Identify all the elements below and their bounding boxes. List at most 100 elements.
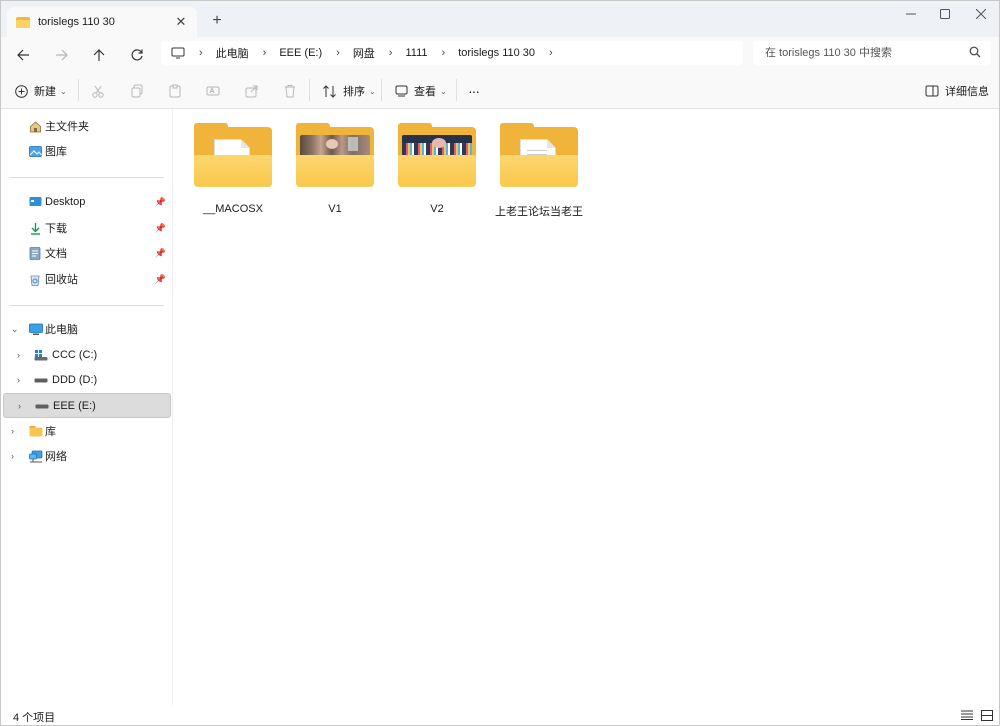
- drive-icon: [35, 404, 49, 409]
- folder-item[interactable]: V1: [289, 123, 381, 227]
- sidebar-item-home[interactable]: 主文件夹: [5, 114, 170, 138]
- chevron-down-icon[interactable]: ⌄: [11, 324, 19, 335]
- drive-icon: [34, 378, 48, 383]
- toolbar-divider: [456, 79, 457, 101]
- folder-icon: [194, 123, 272, 189]
- details-pane-icon: [925, 85, 939, 97]
- folder-name: V2: [430, 203, 444, 215]
- document-icon: [29, 246, 41, 260]
- sidebar-item-documents[interactable]: 文档 📌: [5, 241, 170, 265]
- new-label: 新建: [34, 86, 56, 98]
- share-button[interactable]: [245, 80, 259, 102]
- forward-button[interactable]: [49, 42, 75, 68]
- section-divider: [9, 177, 164, 178]
- pin-icon[interactable]: 📌: [155, 223, 166, 234]
- view-button[interactable]: 查看 ⌄: [395, 80, 447, 102]
- rename-button[interactable]: [206, 80, 220, 102]
- cut-icon: [92, 85, 104, 98]
- toolbar-divider: [309, 79, 310, 101]
- paste-icon: [169, 84, 181, 98]
- sidebar-item-network[interactable]: › 网络: [5, 444, 170, 468]
- share-icon: [245, 85, 258, 98]
- up-button[interactable]: [86, 42, 112, 68]
- chevron-down-icon: ⌄: [369, 86, 376, 96]
- navigation-pane: 主文件夹 图库 Desktop 📌 下载 📌 文档 📌 回收站 📌 ⌄ 此电脑 …: [1, 109, 173, 705]
- toolbar-divider: [381, 79, 382, 101]
- pin-icon[interactable]: 📌: [155, 274, 166, 285]
- toolbar-divider: [78, 79, 79, 101]
- breadcrumb-drive-e[interactable]: EEE (E:): [279, 47, 322, 59]
- tiles-view-button[interactable]: [979, 708, 995, 722]
- maximize-button[interactable]: [927, 1, 963, 27]
- system-drive-icon: [34, 349, 48, 361]
- chevron-right-icon[interactable]: ›: [17, 375, 20, 385]
- refresh-button[interactable]: [124, 42, 150, 68]
- sidebar-item-recycle-bin[interactable]: 回收站 📌: [5, 267, 170, 291]
- breadcrumb-1111[interactable]: 1111: [405, 47, 427, 59]
- tab-current-folder[interactable]: torislegs 110 30 ✕: [7, 7, 197, 37]
- tab-title: torislegs 110 30: [38, 16, 115, 28]
- chevron-right-icon[interactable]: ›: [11, 426, 14, 436]
- sidebar-item-drive-e[interactable]: › EEE (E:): [3, 393, 171, 418]
- view-icon: [395, 85, 408, 97]
- search-input[interactable]: [765, 47, 965, 59]
- chevron-right-icon[interactable]: ›: [336, 47, 340, 59]
- minimize-icon: [906, 13, 916, 15]
- more-options-button[interactable]: ···: [468, 80, 480, 102]
- delete-button[interactable]: [283, 80, 297, 102]
- address-bar[interactable]: › 此电脑 › EEE (E:) › 网盘 › 1111 › torislegs…: [161, 41, 743, 65]
- details-button[interactable]: 详细信息: [925, 80, 989, 102]
- chevron-right-icon[interactable]: ›: [199, 47, 203, 59]
- sidebar-item-libraries[interactable]: › 库: [5, 419, 170, 443]
- pin-icon[interactable]: 📌: [155, 197, 166, 208]
- gallery-icon: [29, 145, 42, 158]
- copy-button[interactable]: [130, 80, 144, 102]
- chevron-down-icon: ⌄: [440, 86, 447, 96]
- minimize-button[interactable]: [893, 1, 929, 27]
- chevron-right-icon[interactable]: ›: [11, 451, 14, 461]
- chevron-right-icon[interactable]: ›: [549, 47, 553, 59]
- details-view-button[interactable]: [959, 708, 975, 722]
- cut-button[interactable]: [91, 80, 105, 102]
- download-icon: [29, 222, 42, 235]
- sort-icon: [323, 84, 337, 98]
- close-window-button[interactable]: [963, 1, 999, 27]
- status-bar: 4 个项目: [1, 705, 999, 725]
- sort-button[interactable]: 排序 ⌄: [323, 80, 376, 102]
- back-button[interactable]: [10, 42, 36, 68]
- monitor-icon[interactable]: [171, 47, 185, 59]
- details-label: 详细信息: [945, 86, 989, 98]
- chevron-right-icon[interactable]: ›: [263, 47, 267, 59]
- sidebar-item-drive-d[interactable]: › DDD (D:): [5, 368, 170, 392]
- file-list-view: __MACOSX V1 V2 上老王论坛当老王: [173, 109, 999, 705]
- tab-close-button[interactable]: ✕: [171, 12, 191, 32]
- network-icon: [29, 450, 43, 463]
- folder-name: 上老王论坛当老王: [495, 206, 583, 218]
- paste-button[interactable]: [168, 80, 182, 102]
- sidebar-item-desktop[interactable]: Desktop 📌: [5, 190, 170, 214]
- folder-item[interactable]: V2: [391, 123, 483, 227]
- sidebar-item-this-pc[interactable]: ⌄ 此电脑: [5, 317, 170, 341]
- chevron-right-icon[interactable]: ›: [389, 47, 393, 59]
- folder-icon: [500, 123, 578, 189]
- folder-item[interactable]: __MACOSX: [187, 123, 279, 227]
- chevron-right-icon[interactable]: ›: [17, 350, 20, 360]
- sidebar-item-gallery[interactable]: 图库: [5, 139, 170, 163]
- search-icon[interactable]: [969, 46, 981, 61]
- sidebar-item-drive-c[interactable]: › CCC (C:): [5, 343, 170, 367]
- folder-name: V1: [328, 203, 342, 215]
- pin-icon[interactable]: 📌: [155, 248, 166, 259]
- new-tab-button[interactable]: +: [207, 11, 227, 31]
- search-box[interactable]: [753, 41, 991, 65]
- breadcrumb-netdisk[interactable]: 网盘: [353, 45, 375, 61]
- breadcrumb-this-pc[interactable]: 此电脑: [216, 45, 249, 61]
- folder-item[interactable]: 上老王论坛当老王: [493, 123, 585, 227]
- plus-circle-icon: [15, 84, 28, 98]
- chevron-right-icon[interactable]: ›: [442, 47, 446, 59]
- arrow-right-icon: [56, 49, 68, 61]
- chevron-right-icon[interactable]: ›: [18, 401, 21, 411]
- new-button[interactable]: 新建 ⌄: [15, 80, 67, 102]
- breadcrumb-current[interactable]: torislegs 110 30: [458, 47, 535, 59]
- sidebar-item-downloads[interactable]: 下载 📌: [5, 216, 170, 240]
- list-view-icon: [961, 710, 973, 720]
